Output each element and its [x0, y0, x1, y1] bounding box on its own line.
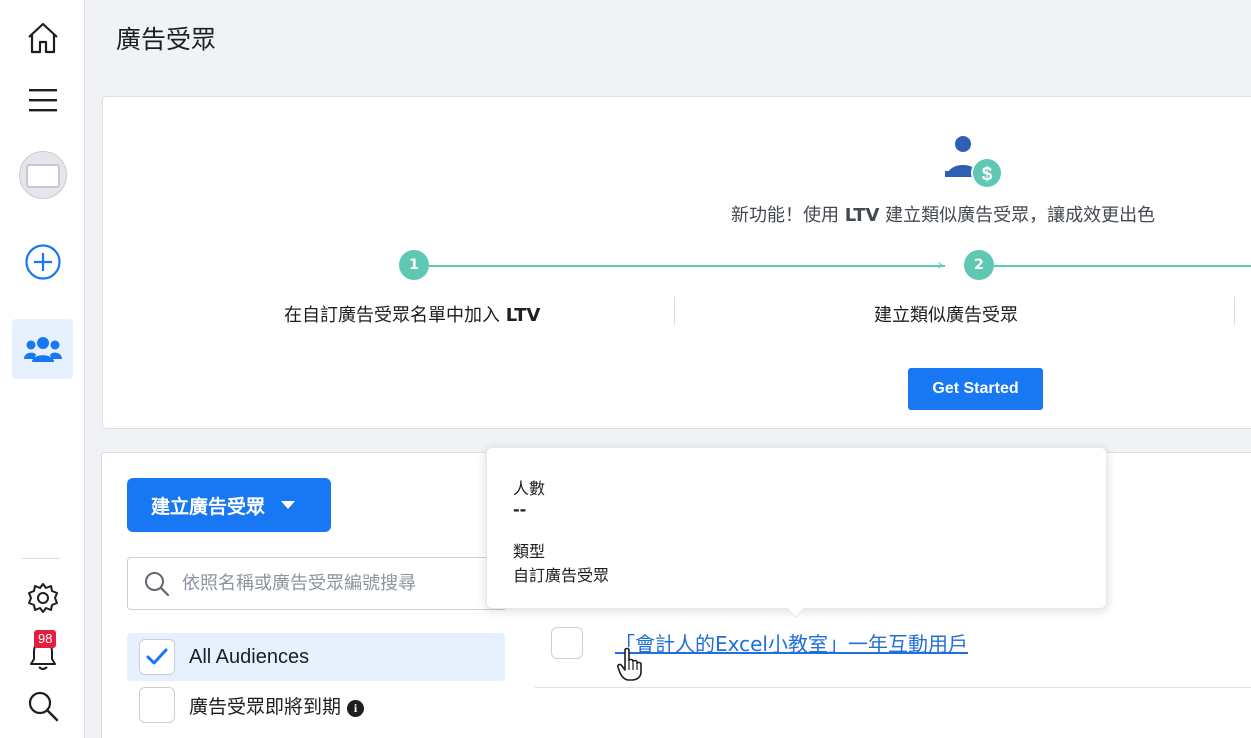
plus-circle-icon	[24, 244, 61, 280]
left-sidebar: 98	[0, 0, 85, 738]
tooltip-type-label: 類型	[513, 542, 546, 561]
filter-label: All Audiences	[189, 645, 310, 668]
filter-label: 廣告受眾即將到期 i	[189, 692, 365, 719]
notification-badge: 98	[34, 630, 57, 648]
home-icon	[27, 22, 58, 54]
step-1-number: 1	[399, 250, 429, 280]
filter-checkbox[interactable]	[139, 687, 175, 723]
create-audience-label: 建立廣告受眾	[151, 495, 266, 518]
tooltip-type-value: 自訂廣告受眾	[513, 566, 610, 585]
hamburger-menu-icon	[28, 89, 57, 112]
menu-button[interactable]	[12, 70, 73, 130]
tooltip-size-label: 人數	[513, 479, 546, 498]
create-audience-button[interactable]: 建立廣告受眾	[127, 478, 331, 532]
hand-pointer-cursor-icon	[617, 647, 642, 681]
home-button[interactable]	[12, 8, 73, 68]
audience-details-tooltip: 人數 -- 類型 自訂廣告受眾	[486, 447, 1107, 609]
tooltip-size-value: --	[513, 500, 527, 519]
gear-icon	[27, 583, 58, 613]
step-divider-2	[1234, 297, 1235, 325]
person-dollar-icon: $	[945, 136, 1003, 189]
step-1-label: 在自訂廣告受眾名單中加入 LTV	[284, 305, 541, 326]
people-group-icon	[23, 337, 62, 362]
step-connector	[429, 265, 945, 267]
filter-expiring-audiences[interactable]: 廣告受眾即將到期 i	[127, 681, 505, 729]
ltv-promo-card: $ 新功能！使用 LTV 建立類似廣告受眾，讓成效更出色 1 › 2 在自訂廣告…	[102, 96, 1251, 429]
audience-search-box[interactable]	[127, 557, 507, 610]
step-2-number: 2	[964, 250, 994, 280]
step-connector-2	[994, 265, 1251, 267]
info-icon[interactable]: i	[347, 699, 365, 717]
audience-name-link[interactable]: 「會計人的Excel小教室」一年互動用戶	[615, 628, 968, 657]
filter-checkbox-checked[interactable]	[139, 639, 175, 675]
audience-search-input[interactable]	[182, 573, 502, 594]
row-divider	[535, 687, 1251, 688]
filter-all-audiences[interactable]: All Audiences	[127, 633, 505, 681]
get-started-button[interactable]: Get Started	[908, 368, 1043, 410]
search-icon	[145, 571, 170, 596]
step-divider	[674, 297, 675, 325]
chevron-right-icon: ›	[937, 255, 944, 274]
search-icon	[28, 691, 58, 722]
checkmark-icon	[146, 648, 168, 665]
sidebar-divider	[22, 558, 60, 559]
row-checkbox[interactable]	[551, 627, 583, 659]
svg-text:$: $	[982, 164, 993, 185]
page-title: 廣告受眾	[116, 25, 217, 54]
settings-button[interactable]	[12, 568, 73, 628]
create-button[interactable]	[12, 232, 73, 292]
account-avatar	[18, 151, 67, 199]
account-switcher[interactable]	[12, 145, 73, 205]
caret-down-icon	[281, 501, 296, 509]
step-2-label: 建立類似廣告受眾	[874, 305, 1018, 326]
ltv-headline: 新功能！使用 LTV 建立類似廣告受眾，讓成效更出色	[731, 205, 1156, 226]
audiences-nav-button[interactable]	[12, 319, 73, 379]
search-nav-button[interactable]	[12, 676, 73, 736]
